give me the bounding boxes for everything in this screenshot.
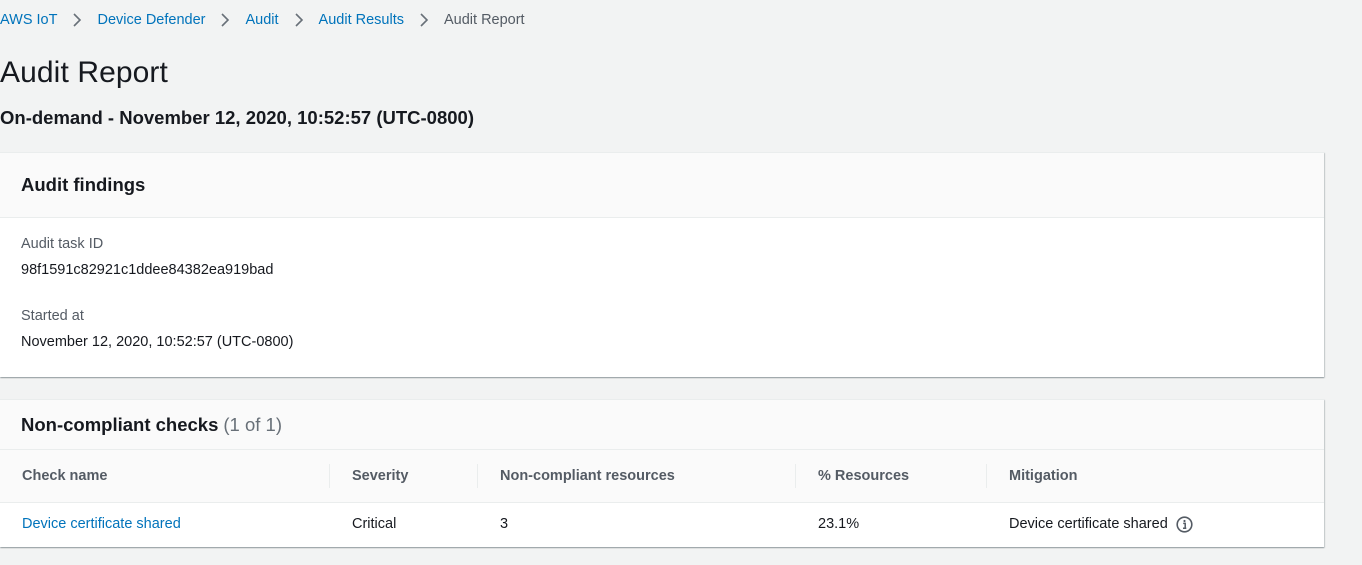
cell-severity: Critical: [352, 516, 397, 533]
breadcrumb-audit-report: Audit Report: [443, 12, 525, 28]
table-header-row: Check name Severity Non-compliant resour…: [0, 450, 1324, 502]
breadcrumb-audit[interactable]: Audit: [245, 12, 278, 28]
check-name-link[interactable]: Device certificate shared: [22, 516, 181, 532]
chevron-right-icon: [57, 10, 97, 30]
cell-check-name: Device certificate shared: [0, 502, 330, 546]
breadcrumb: AWS IoT Device Defender Audit Audit Resu…: [0, 10, 525, 30]
audit-findings-panel: Audit findings Audit task ID 98f1591c829…: [0, 152, 1324, 377]
info-icon[interactable]: [1176, 516, 1193, 533]
mitigation-text: Device certificate shared: [1009, 516, 1168, 533]
page-title: Audit Report: [0, 56, 168, 89]
audit-task-id-field: Audit task ID 98f1591c82921c1ddee84382ea…: [21, 236, 273, 278]
started-at-label: Started at: [21, 308, 84, 324]
column-header-percent-resources[interactable]: % Resources: [796, 450, 987, 502]
cell-non-compliant-resources: 3: [500, 516, 509, 533]
breadcrumb-audit-results[interactable]: Audit Results: [319, 12, 404, 28]
started-at-field: Started at November 12, 2020, 10:52:57 (…: [21, 308, 293, 350]
audit-findings-title: Audit findings: [21, 174, 146, 195]
started-at-value: November 12, 2020, 10:52:57 (UTC-0800): [21, 334, 294, 350]
chevron-right-icon: [279, 10, 319, 30]
non-compliant-checks-table: Check name Severity Non-compliant resour…: [0, 450, 1324, 546]
column-header-check-name[interactable]: Check name: [0, 450, 330, 502]
column-header-non-compliant-resources[interactable]: Non-compliant resources: [478, 450, 796, 502]
audit-findings-header: Audit findings: [0, 153, 1324, 218]
non-compliant-checks-header: Non-compliant checks (1 of 1): [0, 400, 1324, 450]
breadcrumb-aws-iot[interactable]: AWS IoT: [0, 12, 57, 28]
chevron-right-icon: [404, 10, 444, 30]
chevron-right-icon: [205, 10, 245, 30]
cell-mitigation: Device certificate shared: [987, 502, 1324, 546]
non-compliant-checks-count: (1 of 1): [223, 413, 282, 435]
non-compliant-checks-panel: Non-compliant checks (1 of 1) Check name…: [0, 399, 1324, 547]
breadcrumb-device-defender[interactable]: Device Defender: [97, 12, 205, 28]
column-header-severity[interactable]: Severity: [330, 450, 478, 502]
audit-task-id-label: Audit task ID: [21, 236, 104, 252]
non-compliant-checks-title: Non-compliant checks: [21, 413, 219, 435]
page-subtitle: On-demand - November 12, 2020, 10:52:57 …: [0, 107, 474, 128]
audit-task-id-value: 98f1591c82921c1ddee84382ea919bad: [21, 262, 274, 278]
cell-percent-resources: 23.1%: [818, 516, 860, 533]
table-row: Device certificate shared Critical 3 23.…: [0, 502, 1324, 546]
column-header-mitigation[interactable]: Mitigation: [987, 450, 1324, 502]
